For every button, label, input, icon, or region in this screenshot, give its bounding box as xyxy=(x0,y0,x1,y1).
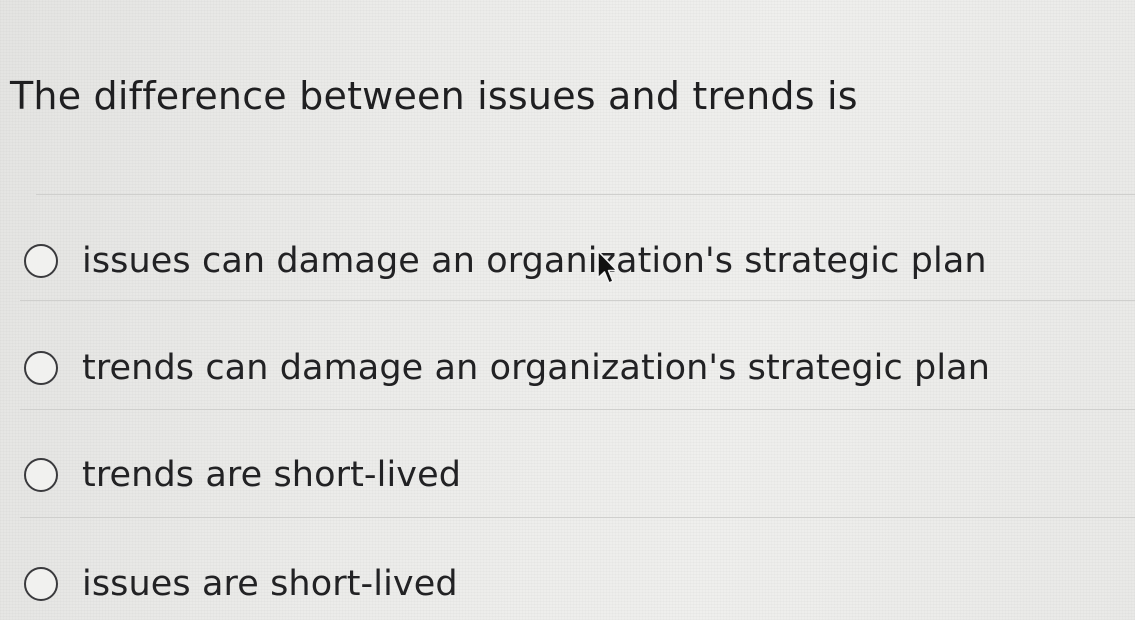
option-issues-damage-plan[interactable]: issues can damage an organization's stra… xyxy=(24,234,987,288)
option-divider xyxy=(20,409,1135,410)
option-trends-short-lived[interactable]: trends are short-lived xyxy=(24,448,461,502)
option-trends-damage-plan[interactable]: trends can damage an organization's stra… xyxy=(24,341,990,395)
option-divider xyxy=(20,300,1135,301)
radio-button-icon[interactable] xyxy=(24,567,58,601)
option-label: trends can damage an organization's stra… xyxy=(82,348,991,388)
radio-button-icon[interactable] xyxy=(24,458,58,492)
option-issues-short-lived[interactable]: issues are short-lived xyxy=(24,557,458,611)
radio-button-icon[interactable] xyxy=(24,351,58,385)
option-label: trends are short-lived xyxy=(82,455,462,495)
option-label: issues are short-lived xyxy=(82,564,458,604)
radio-button-icon[interactable] xyxy=(24,244,58,278)
option-divider xyxy=(20,517,1135,518)
answer-options: issues can damage an organization's stra… xyxy=(0,0,1135,620)
option-label: issues can damage an organization's stra… xyxy=(82,241,987,281)
